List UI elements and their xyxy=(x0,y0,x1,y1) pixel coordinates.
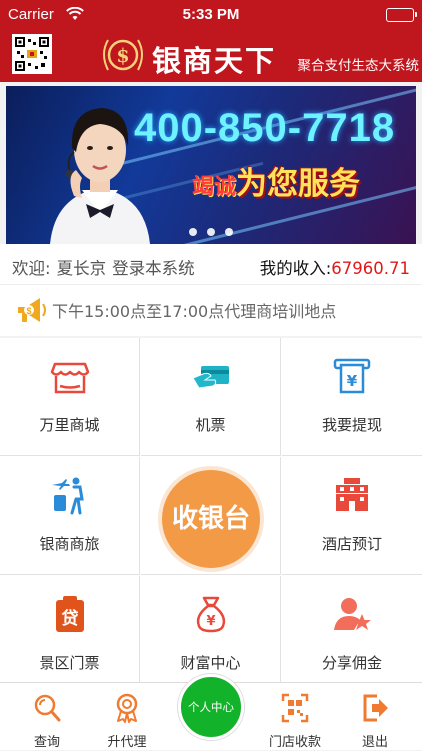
banner-phone-number: 400-850-7718 xyxy=(134,106,396,150)
search-icon xyxy=(34,694,61,722)
app-header: $ 银商天下 聚合支付生态大系统 xyxy=(0,30,422,82)
notice-text: 下午15:00点至17:00点代理商培训地点 xyxy=(52,302,337,321)
tab-label: 门店收款 xyxy=(268,735,321,750)
greeting-label: 欢迎: xyxy=(12,259,51,278)
carousel-dot[interactable] xyxy=(207,228,215,236)
login-suffix: 登录本系统 xyxy=(112,259,195,278)
income-amount: 67960.71 xyxy=(331,259,410,278)
grid-item-label: 景区门票 xyxy=(39,654,100,672)
personal-center-button[interactable]: 个人中心 xyxy=(178,674,244,740)
my-income[interactable]: 我的收入:67960.71 xyxy=(260,255,410,279)
grid-item-flight[interactable]: 机票 xyxy=(141,338,281,456)
banner-slogan: 竭诚为您服务 xyxy=(192,158,360,203)
shop-icon xyxy=(50,362,90,394)
grid-item-mall[interactable]: 万里商城 xyxy=(0,338,140,456)
grid-item-share-commission[interactable]: 分享佣金 xyxy=(282,576,422,694)
tab-upgrade-agent[interactable]: 升代理 xyxy=(92,683,162,751)
grid-item-withdraw[interactable]: ¥ 我要提现 xyxy=(282,338,422,456)
cashier-button[interactable]: 收银台 xyxy=(158,466,264,572)
grid-item-scenic-tickets[interactable]: 贷 景区门票 xyxy=(0,576,140,694)
tab-logout[interactable]: 退出 xyxy=(340,683,410,751)
grid-item-label: 我要提现 xyxy=(321,416,382,434)
promo-banner[interactable]: 400-850-7718 竭诚为您服务 xyxy=(6,86,416,244)
battery-icon xyxy=(386,8,417,22)
money-bag-icon: ¥ xyxy=(196,596,226,633)
tab-label: 退出 xyxy=(361,735,388,750)
banner-slogan-main: 为您服务 xyxy=(236,166,361,202)
grid-item-hotel[interactable]: 酒店预订 xyxy=(282,457,422,575)
megaphone-icon: $ xyxy=(18,298,46,322)
notice-bar[interactable]: $ 下午15:00点至17:00点代理商培训地点 xyxy=(0,284,422,336)
tab-label: 升代理 xyxy=(107,735,147,750)
carousel-dot[interactable] xyxy=(225,228,233,236)
clock: 5:33 PM xyxy=(182,6,240,23)
svg-text:¥: ¥ xyxy=(347,372,358,390)
exit-icon xyxy=(363,694,388,722)
welcome-bar: 欢迎: 夏长京 登录本系统 我的收入:67960.71 xyxy=(0,244,422,284)
banner-slogan-prefix: 竭诚 xyxy=(192,175,237,200)
grid-item-label: 机票 xyxy=(195,416,226,434)
welcome-greeting: 欢迎: 夏长京 登录本系统 xyxy=(12,255,195,279)
svg-text:$: $ xyxy=(116,45,129,67)
username: 夏长京 xyxy=(56,259,107,278)
tab-store-collection[interactable]: 门店收款 xyxy=(260,683,330,751)
grid-item-label: 酒店预订 xyxy=(321,535,382,553)
brand-logo-icon: $ xyxy=(100,34,146,74)
grid-item-label: 银商商旅 xyxy=(39,535,100,553)
tab-query[interactable]: 查询 xyxy=(12,683,82,751)
hotel-icon xyxy=(336,478,368,511)
svg-text:贷: 贷 xyxy=(62,608,79,629)
loan-icon: 贷 xyxy=(56,596,84,632)
scan-icon xyxy=(281,693,309,723)
brand-name: 银商天下 xyxy=(152,44,277,78)
ticket-card-icon xyxy=(192,366,229,389)
user-star-icon xyxy=(334,598,371,630)
carousel-dots[interactable] xyxy=(6,221,416,240)
grid-item-travel[interactable]: 银商商旅 xyxy=(0,457,140,575)
carousel-dot[interactable] xyxy=(189,228,197,236)
travel-icon xyxy=(52,477,84,515)
grid-item-label: 万里商城 xyxy=(39,416,100,434)
tab-label: 查询 xyxy=(33,735,60,750)
status-bar: Carrier 5:33 PM xyxy=(0,0,422,30)
svg-text:$: $ xyxy=(26,306,31,316)
svg-text:¥: ¥ xyxy=(206,614,215,629)
income-label: 我的收入: xyxy=(259,259,332,278)
qr-code-icon[interactable] xyxy=(12,34,52,74)
grid-item-label: 财富中心 xyxy=(180,654,241,672)
withdraw-icon: ¥ xyxy=(333,358,371,394)
grid-item-label: 分享佣金 xyxy=(321,654,382,672)
brand-tagline: 聚合支付生态大系统 xyxy=(297,58,420,74)
medal-icon xyxy=(116,693,138,723)
